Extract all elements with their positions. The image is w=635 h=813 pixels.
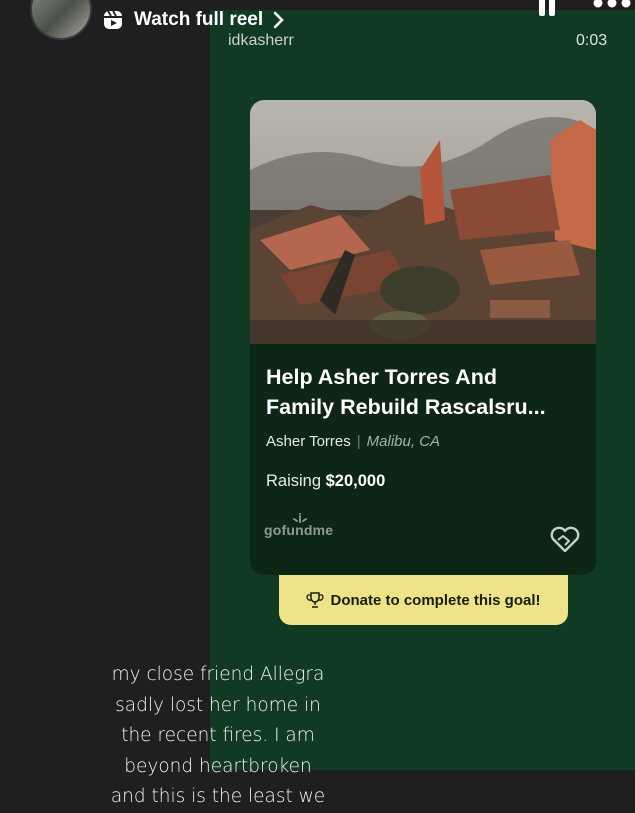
more-options-icon[interactable] xyxy=(592,0,632,10)
caption-line: sadly lost her home in xyxy=(115,694,321,716)
raising-goal: Raising $20,000 xyxy=(266,472,385,491)
username[interactable]: idkasherr xyxy=(228,32,294,50)
organizer-location: Malibu, CA xyxy=(366,433,441,450)
heart-handshake-icon[interactable] xyxy=(550,526,580,552)
caption-line: beyond heartbroken xyxy=(124,755,312,777)
story-caption: my close friend Allegra sadly lost her h… xyxy=(58,660,378,813)
avatar[interactable] xyxy=(30,0,92,40)
video-timestamp: 0:03 xyxy=(576,32,608,49)
raising-amount: $20,000 xyxy=(325,472,386,490)
fundraiser-title-line-1: Help Asher Torres And xyxy=(266,365,497,389)
burned-house-rubble-photo xyxy=(250,100,596,344)
sprout-icon xyxy=(293,513,307,523)
brand-name: gofundme xyxy=(264,522,334,538)
watch-full-reel-link[interactable]: Watch full reel xyxy=(102,9,285,31)
caption-line: and this is the least we xyxy=(110,786,326,807)
reels-icon xyxy=(102,9,124,31)
donate-button-label: Donate to complete this goal! xyxy=(330,591,541,609)
separator: | xyxy=(356,433,361,450)
fundraiser-title[interactable]: Help Asher Torres And Family Rebuild Ras… xyxy=(266,362,586,422)
caption-line: my close friend Allegra xyxy=(111,664,325,685)
organizer-info: Asher Torres | Malibu, CA xyxy=(266,433,440,450)
organizer-name: Asher Torres xyxy=(266,433,351,450)
trophy-icon xyxy=(306,592,325,608)
chevron-right-icon xyxy=(273,11,285,29)
raising-label: Raising xyxy=(266,472,322,490)
fundraiser-title-line-2: Family Rebuild Rascalsru... xyxy=(266,395,546,419)
fundraiser-card[interactable]: Help Asher Torres And Family Rebuild Ras… xyxy=(250,100,596,575)
caption-line: the recent fires. I am xyxy=(121,725,315,746)
reel-link-label: Watch full reel xyxy=(134,9,264,30)
pause-icon[interactable] xyxy=(536,0,558,16)
donate-button[interactable]: Donate to complete this goal! xyxy=(279,575,568,625)
gofundme-logo: gofundme xyxy=(264,513,334,538)
